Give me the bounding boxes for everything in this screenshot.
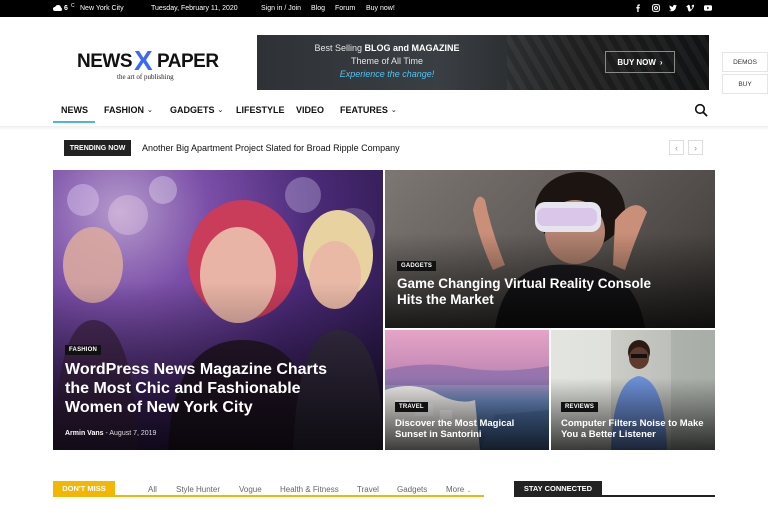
instagram-icon[interactable] [651, 3, 661, 13]
filter-all[interactable]: All [148, 485, 157, 494]
category-badge-gadgets[interactable]: GADGETS [397, 261, 437, 271]
nav-active-indicator [53, 121, 95, 123]
nav-shadow [0, 126, 768, 130]
trending-now-label: TRENDING NOW [64, 140, 131, 156]
logo-tagline: the art of publishing [117, 73, 174, 81]
buy-now-link[interactable]: Buy now! [366, 4, 395, 13]
top-bar: 6 C New York City Tuesday, February 11, … [0, 0, 768, 17]
filter-travel[interactable]: Travel [357, 485, 379, 494]
filter-more-label: More [446, 485, 465, 494]
nav-item-label: LIFESTYLE [236, 105, 285, 115]
nav-item-label: FASHION [104, 105, 145, 115]
featured-post-title[interactable]: Discover the Most Magical Sunset in Sant… [395, 418, 540, 441]
weather-icon [53, 4, 62, 15]
current-date: Tuesday, February 11, 2020 [151, 5, 238, 12]
category-badge-fashion[interactable]: FASHION [65, 345, 102, 355]
banner-buy-now-label: BUY NOW [617, 57, 656, 67]
logo-word-news: NEWS [77, 51, 133, 72]
nav-item-label: FEATURES [340, 105, 388, 115]
blog-link[interactable]: Blog [311, 4, 325, 13]
chevron-down-icon: ⌄ [390, 107, 397, 114]
trending-next-button[interactable]: › [688, 140, 703, 155]
post-meta: Armin Vans - August 7, 2019 [65, 430, 156, 437]
nav-item-news[interactable]: NEWS [61, 105, 88, 115]
stay-connected-label: STAY CONNECTED [514, 481, 602, 496]
stay-connected-underline [514, 495, 715, 497]
vimeo-icon[interactable] [685, 3, 695, 13]
nav-item-label: VIDEO [296, 105, 325, 115]
demos-button[interactable]: DEMOS [722, 52, 768, 72]
featured-post-reviews[interactable]: REVIEWS Computer Filters Noise to Make Y… [551, 330, 715, 450]
sign-in-link[interactable]: Sign in / Join [261, 4, 301, 13]
trending-prev-button[interactable]: ‹ [669, 140, 684, 155]
weather-unit: C [71, 3, 75, 9]
buy-button[interactable]: BUY [722, 74, 768, 94]
featured-post-gadgets[interactable]: GADGETS Game Changing Virtual Reality Co… [385, 170, 715, 328]
trending-headline-link[interactable]: Another Big Apartment Project Slated for… [142, 143, 400, 153]
dont-miss-label: DON'T MISS [53, 481, 115, 496]
nav-item-gadgets[interactable]: GADGETS ⌄ [170, 105, 223, 115]
youtube-icon[interactable] [703, 3, 713, 13]
filter-health-fitness[interactable]: Health & Fitness [280, 485, 339, 494]
filter-gadgets[interactable]: Gadgets [397, 485, 427, 494]
featured-post-travel[interactable]: TRAVEL Discover the Most Magical Sunset … [385, 330, 549, 450]
nav-item-video[interactable]: VIDEO [296, 105, 324, 115]
post-author[interactable]: Armin Vans [65, 430, 104, 437]
nav-item-features[interactable]: FEATURES ⌄ [340, 105, 397, 115]
category-badge-travel[interactable]: TRAVEL [395, 402, 428, 412]
filter-vogue[interactable]: Vogue [239, 485, 262, 494]
logo-word-paper: PAPER [157, 51, 219, 72]
chevron-down-icon: ⌄ [217, 107, 224, 114]
search-icon[interactable] [694, 103, 708, 117]
twitter-icon[interactable] [668, 3, 678, 13]
main-navigation: NEWS FASHION ⌄ GADGETS ⌄ LIFESTYLE VIDEO… [0, 97, 768, 125]
weather-temperature: 6 [64, 5, 68, 12]
site-logo[interactable]: NEWS X PAPER the art of publishing [77, 45, 237, 88]
header-ad-banner[interactable]: Best Selling BLOG and MAGAZINE Theme of … [257, 35, 709, 90]
featured-post-title[interactable]: Computer Filters Noise to Make You a Bet… [561, 418, 711, 441]
chevron-down-icon: ⌄ [147, 107, 153, 114]
chevron-down-icon: ⌄ [466, 488, 472, 494]
chevron-right-icon: › [659, 57, 663, 67]
facebook-icon[interactable] [633, 3, 643, 13]
filter-style-hunter[interactable]: Style Hunter [176, 485, 220, 494]
category-badge-reviews[interactable]: REVIEWS [561, 402, 599, 412]
featured-post-title[interactable]: WordPress News Magazine Charts the Most … [65, 360, 345, 418]
filter-more[interactable]: More ⌄ [446, 485, 472, 494]
nav-item-label: GADGETS [170, 105, 215, 115]
weather-city: New York City [80, 5, 124, 12]
nav-item-fashion[interactable]: FASHION ⌄ [104, 105, 153, 115]
post-date: August 7, 2019 [109, 430, 157, 437]
nav-item-lifestyle[interactable]: LIFESTYLE [236, 105, 285, 115]
dont-miss-underline [53, 495, 484, 497]
featured-post-fashion[interactable]: FASHION WordPress News Magazine Charts t… [53, 170, 383, 450]
banner-line-1: Best Selling BLOG and MAGAZINE [314, 43, 460, 53]
banner-buy-now-button[interactable]: BUY NOW › [605, 51, 675, 73]
featured-post-title[interactable]: Game Changing Virtual Reality Console Hi… [397, 276, 657, 308]
nav-item-label: NEWS [61, 105, 88, 115]
forum-link[interactable]: Forum [335, 4, 355, 13]
banner-line-3: Experience the change! [339, 69, 435, 79]
banner-line-2: Theme of All Time [350, 56, 424, 66]
